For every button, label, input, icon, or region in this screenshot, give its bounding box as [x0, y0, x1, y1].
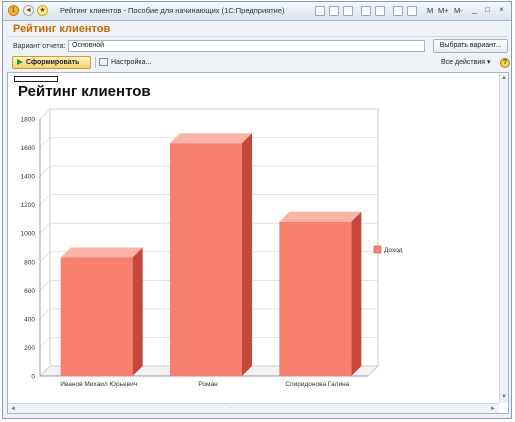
scroll-right-icon[interactable]: ► — [490, 405, 496, 413]
y-tick-label: 1000 — [21, 231, 36, 238]
settings-button[interactable]: Настройка... — [99, 56, 159, 69]
legend-label: Доход — [384, 247, 403, 254]
legend-swatch — [373, 245, 382, 254]
bar-top — [279, 211, 362, 222]
y-tick-label: 600 — [24, 288, 35, 295]
link-icon[interactable] — [361, 6, 371, 16]
scroll-up-icon[interactable]: ▲ — [501, 74, 507, 82]
choose-variant-button[interactable]: Выбрать вариант... — [433, 39, 508, 53]
gridline-side — [39, 165, 51, 177]
window-title: Рейтинг клиентов - Пособие для начинающи… — [60, 6, 285, 15]
scroll-left-icon[interactable]: ◄ — [10, 405, 16, 413]
favorite-icon[interactable] — [375, 6, 385, 16]
y-tick-label: 800 — [24, 259, 35, 266]
all-actions-menu[interactable]: Все действия ▾ — [441, 56, 495, 69]
print-icon[interactable] — [329, 6, 339, 16]
gridline-side — [39, 337, 51, 348]
y-tick-label: 1400 — [21, 174, 36, 181]
gridline-side — [39, 251, 51, 262]
app-window: 1 ◄ ★ Рейтинг клиентов - Пособие для нач… — [2, 1, 512, 419]
bar-side — [351, 211, 362, 376]
bar-side — [242, 133, 252, 376]
bar-top — [60, 247, 143, 258]
x-tick-label: Роман — [198, 381, 218, 388]
memory-plus-button[interactable]: M+ — [438, 6, 449, 15]
x-tick-label: Иванов Михаил Юрьевич — [60, 381, 137, 388]
y-tick-label: 1200 — [21, 202, 36, 209]
maximize-icon[interactable]: □ — [482, 5, 493, 16]
bar — [279, 221, 352, 376]
horizontal-scrollbar[interactable]: ◄ · ► — [8, 403, 499, 413]
gridline-side — [39, 280, 51, 291]
gridline-side — [39, 194, 51, 205]
save-icon[interactable] — [315, 6, 325, 16]
gridline-side — [39, 308, 51, 320]
generate-label: Сформировать — [26, 59, 80, 66]
scroll-thumb-icon[interactable]: · — [229, 404, 231, 412]
bar-side — [132, 247, 143, 376]
calendar-icon[interactable] — [393, 6, 403, 16]
settings-label: Настройка... — [111, 59, 152, 66]
favorite-star-icon[interactable]: ★ — [37, 5, 48, 16]
chevron-down-icon: ▾ — [486, 59, 491, 66]
title-bar: 1 ◄ ★ Рейтинг клиентов - Пособие для нач… — [3, 2, 511, 21]
divider — [7, 36, 507, 37]
page-title: Рейтинг клиентов — [13, 23, 111, 35]
gridline-side — [39, 137, 51, 148]
y-tick-label: 1800 — [21, 117, 36, 124]
variant-field[interactable]: Основной — [68, 40, 425, 52]
y-tick-label: 1600 — [21, 145, 36, 152]
vertical-scrollbar[interactable]: ▲ ▼ — [499, 73, 508, 403]
gridline-side — [39, 108, 51, 120]
generate-button[interactable]: Сформировать — [12, 56, 91, 69]
y-tick-label: 0 — [31, 374, 35, 381]
settings-icon — [99, 58, 108, 66]
back-icon[interactable]: ◄ — [23, 5, 34, 16]
y-tick-label: 400 — [24, 316, 35, 323]
scroll-down-icon[interactable]: ▼ — [501, 393, 507, 401]
report-toolbar: Сформировать Настройка... Все действия ▾… — [7, 55, 510, 71]
minimize-icon[interactable]: _ — [469, 5, 480, 16]
x-tick-label: Спиридонова Галина — [285, 381, 349, 388]
all-actions-label: Все действия — [441, 59, 486, 66]
variant-label: Вариант отчета: — [13, 43, 66, 50]
bar-top — [170, 133, 252, 144]
bar — [60, 257, 133, 376]
help-icon[interactable]: ? — [500, 58, 510, 68]
play-icon — [17, 59, 23, 65]
report-area[interactable]: Рейтинг клиентов 0 200 400 600 800 1000 1200 14… — [7, 72, 509, 414]
close-icon[interactable]: × — [496, 5, 507, 16]
memory-minus-button[interactable]: M- — [454, 6, 463, 15]
calculator-icon[interactable] — [407, 6, 417, 16]
preview-icon[interactable] — [343, 6, 353, 16]
app-logo-icon[interactable]: 1 — [8, 5, 19, 16]
bar — [170, 143, 242, 376]
gridline-side — [39, 223, 51, 234]
bar-chart: 0 200 400 600 800 1000 1200 1400 1600 1800 Иванов … — [21, 108, 403, 388]
y-tick-label: 200 — [24, 345, 35, 352]
memory-button[interactable]: M — [427, 6, 433, 15]
toolbar-divider — [95, 57, 96, 68]
